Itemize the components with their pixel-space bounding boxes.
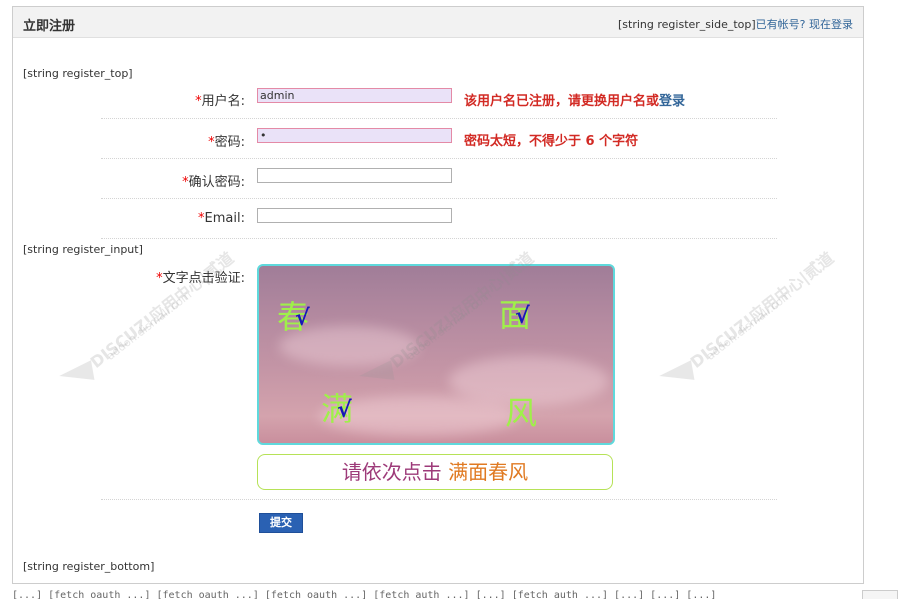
email-input[interactable] [257,208,452,223]
username-input[interactable]: admin [257,88,452,103]
email-label: *Email: [198,211,245,226]
watermark-subtext: addon.dismall.com [104,288,195,363]
hook-register-bottom: [string register_bottom] [23,560,155,573]
register-panel: 立即注册 [string register_side_top]已有帐号? 现在登… [12,6,864,584]
login-now-link[interactable]: 现在登录 [809,18,853,31]
watermark-arrow-icon [57,360,95,386]
password-input[interactable]: • [257,128,452,143]
submit-button[interactable]: 提交 [259,513,303,533]
watermark-arrow-icon [657,360,695,386]
captcha-char-feng[interactable]: 风 [505,388,537,434]
captcha-prompt: 请依次点击 满面春风 [257,454,613,490]
has-account-link[interactable]: 已有帐号? [756,18,806,31]
row-password: *密码: • 密码太短，不得少于 6 个字符 [101,119,777,159]
header-side: [string register_side_top]已有帐号? 现在登录 [618,16,853,32]
captcha-tick-mian: √ [515,304,530,329]
row-email: *Email: [101,199,777,239]
captcha-tick-man: √ [337,398,352,423]
footer-hook-text: [...] [fetch_oauth_...] [fetch_oauth_...… [12,590,717,599]
captcha-tick-chun: √ [295,306,310,331]
form-divider [101,499,777,500]
username-error: 该用户名已注册，请更换用户名或登录 [464,94,686,109]
row-confirm-password: *确认密码: [101,159,777,199]
panel-header: 立即注册 [string register_side_top]已有帐号? 现在登… [13,7,863,38]
captcha-image[interactable]: 春 √ 面 √ 满 √ 风 [257,264,615,445]
username-error-login-link[interactable]: 登录 [659,94,685,109]
username-label: *用户名: [195,94,245,109]
hook-register-input: [string register_input] [23,243,143,256]
footer-button[interactable] [862,590,898,599]
confirm-password-input[interactable] [257,168,452,183]
row-username: *用户名: admin 该用户名已注册，请更换用户名或登录 [101,79,777,119]
page-title: 立即注册 [23,19,76,34]
confirm-password-label: *确认密码: [182,175,245,190]
side-hook-text: [string register_side_top] [618,18,756,31]
password-error: 密码太短，不得少于 6 个字符 [464,134,639,149]
watermark-subtext: addon.dismall.com [704,288,795,363]
password-label: *密码: [208,135,245,150]
